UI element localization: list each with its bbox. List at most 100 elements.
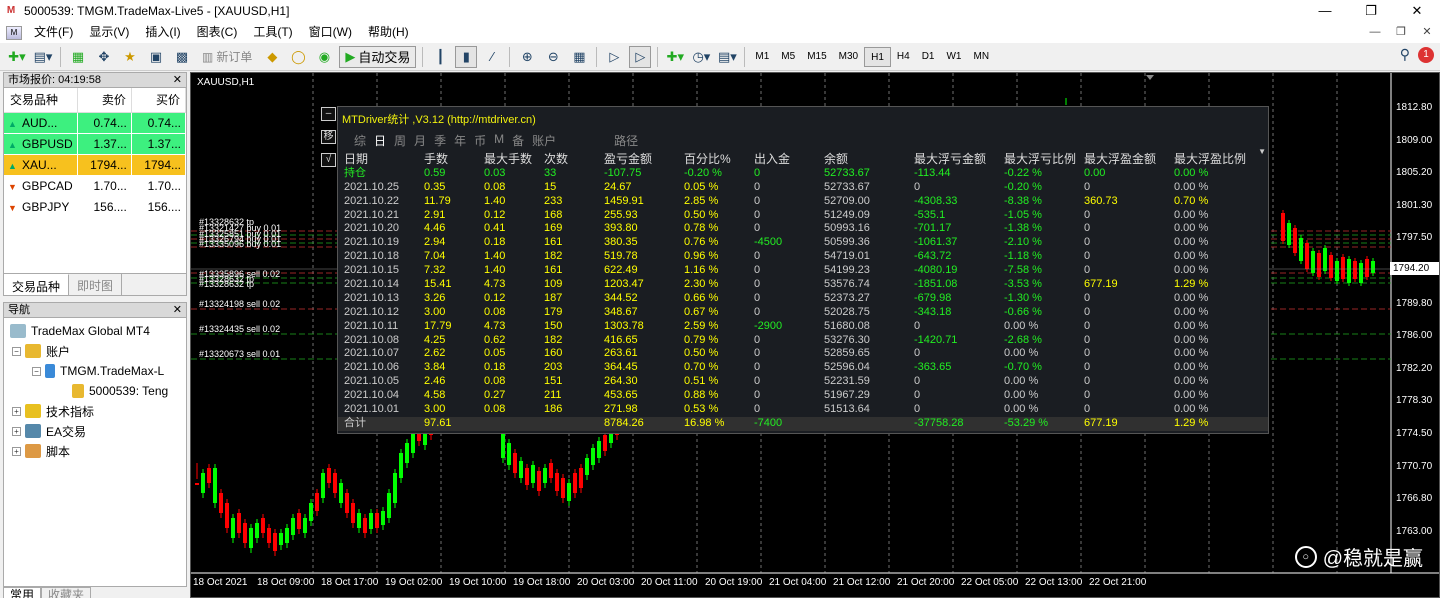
- col-header[interactable]: 买价: [131, 88, 187, 113]
- collapse-icon[interactable]: −: [32, 366, 41, 376]
- stats-row[interactable]: 2021.10.15 7.32 1.40 161 622.49 1.16 % 0 54199.…: [338, 264, 1268, 278]
- tester-icon[interactable]: ▩: [171, 46, 193, 68]
- stats-row[interactable]: 2021.10.06 3.84 0.18 203 364.45 0.70 % 0 52596.…: [338, 361, 1268, 375]
- tree-experts[interactable]: + EA交易: [8, 421, 186, 441]
- market-watch-row[interactable]: ▲ GBPUSD 1.37... 1.37...: [4, 133, 187, 155]
- stats-tab[interactable]: 季: [434, 132, 446, 149]
- periods-icon[interactable]: ◷▾: [690, 46, 712, 68]
- col-header[interactable]: 卖价: [77, 88, 132, 113]
- tf-mn[interactable]: MN: [967, 47, 995, 67]
- menu-view[interactable]: 显示(V): [81, 22, 137, 43]
- menu-tools[interactable]: 工具(T): [245, 22, 300, 43]
- dropdown-icon[interactable]: ▼: [1258, 147, 1266, 156]
- tf-w1[interactable]: W1: [940, 47, 967, 67]
- stats-row[interactable]: 2021.10.25 0.35 0.08 15 24.67 0.05 % 0 52733.67…: [338, 181, 1268, 195]
- expand-icon[interactable]: +: [12, 406, 21, 416]
- tree-scripts[interactable]: + 脚本: [8, 441, 186, 461]
- stats-row[interactable]: 2021.10.19 2.94 0.18 161 380.35 0.76 % -4500 50…: [338, 236, 1268, 250]
- col-header[interactable]: 交易品种: [4, 88, 78, 113]
- tf-h4[interactable]: H4: [891, 47, 916, 67]
- tf-m30[interactable]: M30: [833, 47, 864, 67]
- new-order-button[interactable]: ▥ 新订单: [197, 46, 257, 68]
- stats-tab[interactable]: 备: [512, 132, 524, 149]
- tab-common[interactable]: 常用: [3, 587, 42, 598]
- market-watch-row[interactable]: ▼ GBPCAD 1.70... 1.70...: [4, 175, 187, 197]
- mdi-app-icon[interactable]: M: [6, 25, 22, 40]
- search-icon[interactable]: ⚲: [1400, 46, 1410, 63]
- stats-row[interactable]: 2021.10.20 4.46 0.41 169 393.80 0.78 % 0 50993.…: [338, 222, 1268, 236]
- tree-accounts[interactable]: − 账户: [8, 341, 186, 361]
- stats-row[interactable]: 2021.10.04 4.58 0.27 211 453.65 0.88 % 0 51967.…: [338, 389, 1268, 403]
- menu-file[interactable]: 文件(F): [26, 22, 81, 43]
- market-watch-row[interactable]: ▲ XAU... 1794... 1794...: [4, 154, 187, 176]
- tf-h1[interactable]: H1: [864, 46, 891, 67]
- close-icon[interactable]: ✕: [1394, 0, 1440, 22]
- stats-tab[interactable]: 综: [354, 132, 366, 149]
- menu-window[interactable]: 窗口(W): [301, 22, 360, 43]
- expand-icon[interactable]: +: [12, 446, 21, 456]
- restore-icon[interactable]: ❐: [1348, 0, 1394, 22]
- tab-tick-chart[interactable]: 即时图: [69, 274, 123, 295]
- minimize-panel-button[interactable]: –: [321, 107, 336, 121]
- menu-charts[interactable]: 图表(C): [189, 22, 246, 43]
- tf-m15[interactable]: M15: [801, 47, 832, 67]
- stats-tab[interactable]: 账户: [532, 132, 556, 149]
- stats-tab[interactable]: 币: [474, 132, 486, 149]
- autotrade-button[interactable]: ▶ 自动交易: [339, 45, 417, 68]
- new-chart-icon[interactable]: ✚▾: [6, 46, 28, 68]
- metaeditor-icon[interactable]: ◆: [261, 46, 283, 68]
- auto-scroll-icon[interactable]: ▷: [603, 46, 625, 68]
- menu-insert[interactable]: 插入(I): [137, 22, 188, 43]
- mdi-restore-icon[interactable]: ❐: [1388, 22, 1414, 43]
- stats-tab[interactable]: M: [494, 132, 504, 149]
- market-watch-row[interactable]: ▼ GBPJPY 156.... 156....: [4, 196, 187, 218]
- stats-row[interactable]: 2021.10.08 4.25 0.62 182 416.65 0.79 % 0 53276.…: [338, 334, 1268, 348]
- zoom-out-icon[interactable]: ⊖: [542, 46, 564, 68]
- tab-favorites[interactable]: 收藏夹: [41, 587, 92, 598]
- market-watch-row[interactable]: ▲ AUD... 0.74... 0.74...: [4, 112, 187, 134]
- market-watch-icon[interactable]: ▦: [67, 46, 89, 68]
- stats-row[interactable]: 2021.10.14 15.41 4.73 109 1203.47 2.30 % 0 5357…: [338, 278, 1268, 292]
- data-window-icon[interactable]: ✥: [93, 46, 115, 68]
- stats-row[interactable]: 2021.10.13 3.26 0.12 187 344.52 0.66 % 0 52373.…: [338, 292, 1268, 306]
- tile-windows-icon[interactable]: ▦: [568, 46, 590, 68]
- stats-row[interactable]: 2021.10.11 17.79 4.73 150 1303.78 2.59 % -2900…: [338, 320, 1268, 334]
- indicators-icon[interactable]: ✚▾: [664, 46, 686, 68]
- tree-server[interactable]: − TMGM.TradeMax-L: [8, 361, 186, 381]
- tab-symbols[interactable]: 交易品种: [4, 274, 70, 295]
- menu-help[interactable]: 帮助(H): [360, 22, 417, 43]
- minimize-icon[interactable]: —: [1302, 0, 1348, 22]
- stats-tab[interactable]: 周: [394, 132, 406, 149]
- tree-root[interactable]: TradeMax Global MT4: [8, 321, 186, 341]
- candlestick-icon[interactable]: ▮: [455, 45, 478, 68]
- zoom-in-icon[interactable]: ⊕: [516, 46, 538, 68]
- stats-tab[interactable]: 日: [374, 132, 386, 149]
- collapse-icon[interactable]: −: [12, 346, 21, 356]
- tf-m1[interactable]: M1: [749, 47, 775, 67]
- navigator-icon[interactable]: ★: [119, 46, 141, 68]
- stats-tab[interactable]: 年: [454, 132, 466, 149]
- bar-chart-icon[interactable]: ┃: [429, 46, 451, 68]
- stats-row[interactable]: 2021.10.21 2.91 0.12 168 255.93 0.50 % 0 51249.…: [338, 209, 1268, 223]
- stats-row[interactable]: 2021.10.07 2.62 0.05 160 263.61 0.50 % 0 52859.…: [338, 347, 1268, 361]
- check-panel-button[interactable]: √: [321, 153, 336, 167]
- line-chart-icon[interactable]: ∕: [481, 46, 503, 68]
- move-panel-button[interactable]: 移: [321, 130, 336, 144]
- mdi-minimize-icon[interactable]: —: [1362, 22, 1388, 43]
- community-icon[interactable]: ◉: [313, 46, 335, 68]
- stats-row[interactable]: 2021.10.12 3.00 0.08 179 348.67 0.67 % 0 52028.…: [338, 306, 1268, 320]
- stats-row[interactable]: 2021.10.22 11.79 1.40 233 1459.91 2.85 % 0 5270…: [338, 195, 1268, 209]
- tf-m5[interactable]: M5: [775, 47, 801, 67]
- expand-icon[interactable]: +: [12, 426, 21, 436]
- stats-row[interactable]: 2021.10.05 2.46 0.08 151 264.30 0.51 % 0 52231.…: [338, 375, 1268, 389]
- chart-window[interactable]: XAUUSD,H1 #13328632 tp #13321427 buy 0.01…: [190, 72, 1440, 598]
- stats-row[interactable]: 2021.10.01 3.00 0.08 186 271.98 0.53 % 0 51513.…: [338, 403, 1268, 417]
- tree-account-item[interactable]: 5000539: Teng: [8, 381, 186, 401]
- templates-icon[interactable]: ▤▾: [716, 46, 738, 68]
- stats-row[interactable]: 2021.10.18 7.04 1.40 182 519.78 0.96 % 0 54719.…: [338, 250, 1268, 264]
- signals-icon[interactable]: ◯: [287, 46, 309, 68]
- close-icon[interactable]: ✕: [173, 73, 182, 88]
- notification-badge[interactable]: 1: [1418, 46, 1434, 63]
- stats-tab[interactable]: 月: [414, 132, 426, 149]
- close-icon[interactable]: ✕: [173, 303, 182, 318]
